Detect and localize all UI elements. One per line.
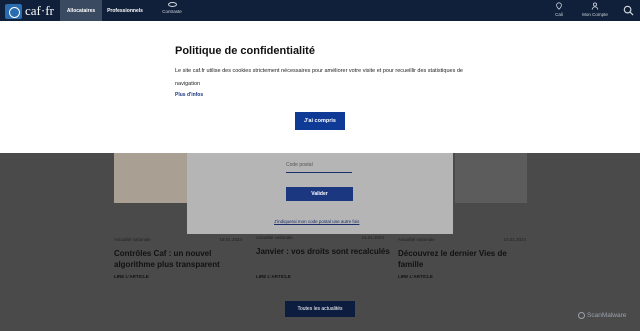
tab-allocataires[interactable]: Allocataires — [60, 0, 102, 21]
article-photo — [114, 153, 187, 203]
top-header: caf·fr Allocataires Professionnels Contr… — [0, 0, 640, 21]
caf-logo-icon — [5, 3, 22, 19]
contrast-label: Contraste — [162, 9, 182, 14]
all-news-button[interactable]: Toutes les actualités — [285, 301, 355, 317]
article-card-bg — [455, 153, 527, 203]
accept-cookies-button[interactable]: J'ai compris — [295, 112, 345, 130]
read-article-link[interactable]: LIRE L'ARTICLE — [256, 274, 291, 279]
article-title[interactable]: Contrôles Caf : un nouvel algorithme plu… — [114, 248, 234, 270]
article-meta: Actualité nationale 10.01.2024 — [398, 237, 526, 242]
logo-text: caf·fr — [25, 3, 54, 18]
read-article-link[interactable]: LIRE L'ARTICLE — [398, 274, 433, 279]
eye-icon — [167, 2, 177, 7]
cookie-title: Politique de confidentialité — [175, 45, 315, 57]
tab-professionnels[interactable]: Professionnels — [104, 0, 146, 21]
caf-logo[interactable]: caf·fr — [5, 3, 54, 19]
location-pin-icon — [556, 2, 562, 10]
category-label: Actualité nationale — [256, 235, 293, 240]
cookie-text: Le site caf.fr utilise des cookies stric… — [175, 68, 463, 87]
watermark: ScanMalware — [578, 312, 626, 319]
account-button[interactable]: Mon Compte — [578, 2, 612, 17]
user-icon — [591, 2, 599, 10]
call-button[interactable]: Cali — [551, 2, 567, 17]
skip-postal-link[interactable]: J'indiquerai mon code postal une autre f… — [274, 219, 359, 224]
cookie-banner: Politique de confidentialité Le site caf… — [0, 21, 640, 153]
account-label: Mon Compte — [582, 12, 608, 17]
article-meta: Actualité nationale 15.01.2024 — [256, 235, 384, 240]
article-date: 15.01.2024 — [361, 235, 384, 240]
article-meta: Actualité nationale 18.01.2024 — [114, 237, 242, 242]
category-label: Actualité nationale — [398, 237, 435, 242]
postal-code-input[interactable]: Code postal — [286, 160, 352, 173]
more-info-link[interactable]: Plus d'infos — [175, 92, 203, 98]
search-icon[interactable] — [623, 5, 634, 16]
watermark-icon — [578, 312, 585, 319]
article-title[interactable]: Janvier : vos droits sont recalculés — [256, 246, 391, 257]
validate-button[interactable]: Valider — [286, 187, 353, 201]
article-title[interactable]: Découvrez le dernier Vies de famille — [398, 248, 518, 270]
category-label: Actualité nationale — [114, 237, 151, 242]
article-date: 10.01.2024 — [503, 237, 526, 242]
contrast-toggle[interactable]: Contraste — [155, 2, 189, 20]
read-article-link[interactable]: LIRE L'ARTICLE — [114, 274, 149, 279]
call-label: Cali — [555, 12, 563, 17]
watermark-text: ScanMalware — [587, 312, 627, 319]
article-date: 18.01.2024 — [219, 237, 242, 242]
